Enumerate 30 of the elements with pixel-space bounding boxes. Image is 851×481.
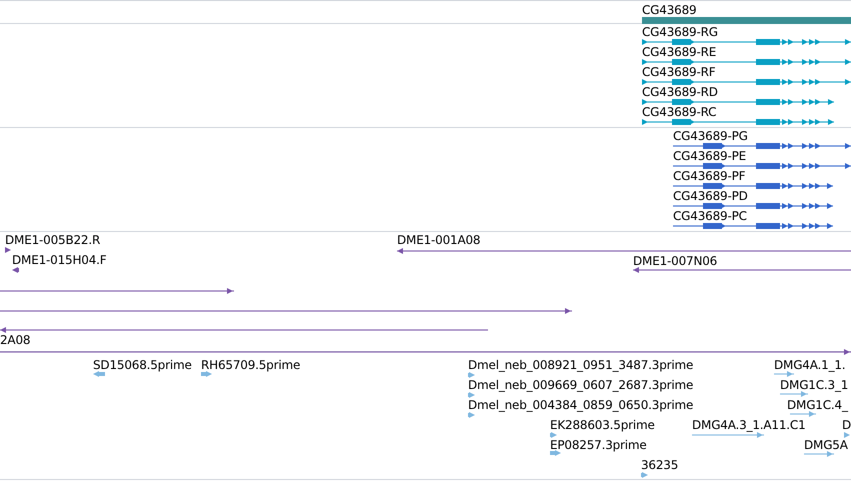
feature-label: CG43689-RD (642, 85, 718, 99)
feature-label: CG43689-RF (642, 65, 716, 79)
feature-label: DMG1C.3_1 (780, 378, 848, 392)
feature-label: RH65709.5prime (201, 358, 300, 372)
feature-label: CG43689-PC (673, 209, 747, 223)
feature-label: DME1-007N06 (633, 254, 718, 268)
feature-label: EP08257.3prime (550, 438, 647, 452)
feature-label: DMG4A.3_1.A11.C1 (692, 418, 806, 432)
feature-label: DME1-005B22.R (5, 233, 100, 247)
feature-label: CG43689-RC (642, 105, 716, 119)
feature-label: 36235 (641, 458, 678, 472)
feature-label: CG43689-RG (642, 25, 718, 39)
feature-label: DMG1C.4_ (787, 398, 848, 412)
feature-label: CG43689-PE (673, 149, 746, 163)
feature-label: 2A08 (0, 333, 30, 347)
feature-label: CG43689-PG (673, 129, 748, 143)
feature-label: D (842, 418, 851, 432)
feature-label: Dmel_neb_009669_0607_2687.3prime (468, 378, 694, 392)
feature-label: CG43689-PD (673, 189, 748, 203)
feature-label: DME1-015H04.F (12, 253, 106, 267)
feature-label: DMG4A.1_1. (774, 358, 846, 372)
feature-label: DMG5A (804, 438, 848, 452)
feature-label: CG43689-PF (673, 169, 746, 183)
feature-label: DME1-001A08 (397, 233, 480, 247)
feature-label: Dmel_neb_008921_0951_3487.3prime (468, 358, 694, 372)
feature-label: CG43689-RE (642, 45, 716, 59)
feature-label: Dmel_neb_004384_0859_0650.3prime (468, 398, 694, 412)
feature-label: SD15068.5prime (93, 358, 192, 372)
feature-label: EK288603.5prime (550, 418, 655, 432)
feature-label: CG43689 (642, 3, 696, 17)
